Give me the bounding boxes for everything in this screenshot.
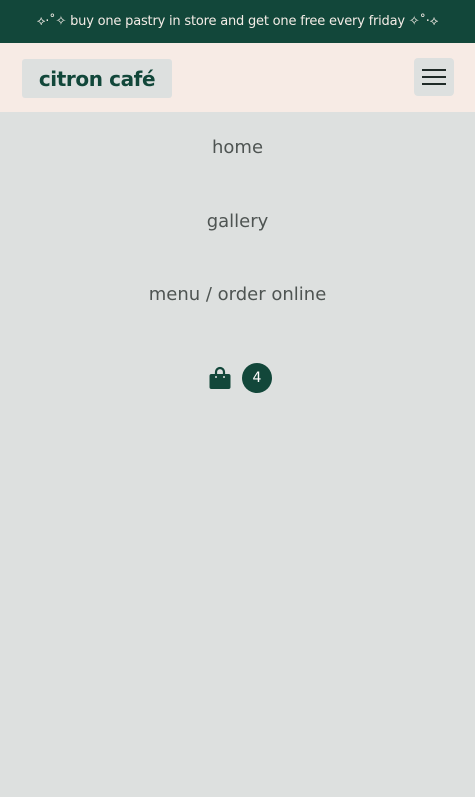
- shopping-bag-icon: [209, 366, 231, 389]
- mobile-nav-menu: home gallery menu / order online 4: [0, 112, 475, 797]
- nav-link-home[interactable]: home: [0, 137, 475, 158]
- promo-text: ⟡·˚✧ buy one pastry in store and get one…: [36, 14, 439, 29]
- nav-link-gallery[interactable]: gallery: [0, 211, 475, 232]
- site-header: citron café: [0, 43, 475, 112]
- cart-count-badge: 4: [242, 363, 272, 393]
- nav-link-menu-order-online[interactable]: menu / order online: [0, 284, 475, 305]
- logo-text: citron café: [38, 66, 156, 91]
- hamburger-menu-icon: [422, 69, 446, 85]
- cart-count: 4: [252, 370, 262, 386]
- menu-toggle-button[interactable]: [414, 58, 454, 96]
- site-logo[interactable]: citron café: [22, 59, 172, 98]
- promo-banner: ⟡·˚✧ buy one pastry in store and get one…: [0, 0, 475, 43]
- cart-button[interactable]: 4: [209, 362, 273, 394]
